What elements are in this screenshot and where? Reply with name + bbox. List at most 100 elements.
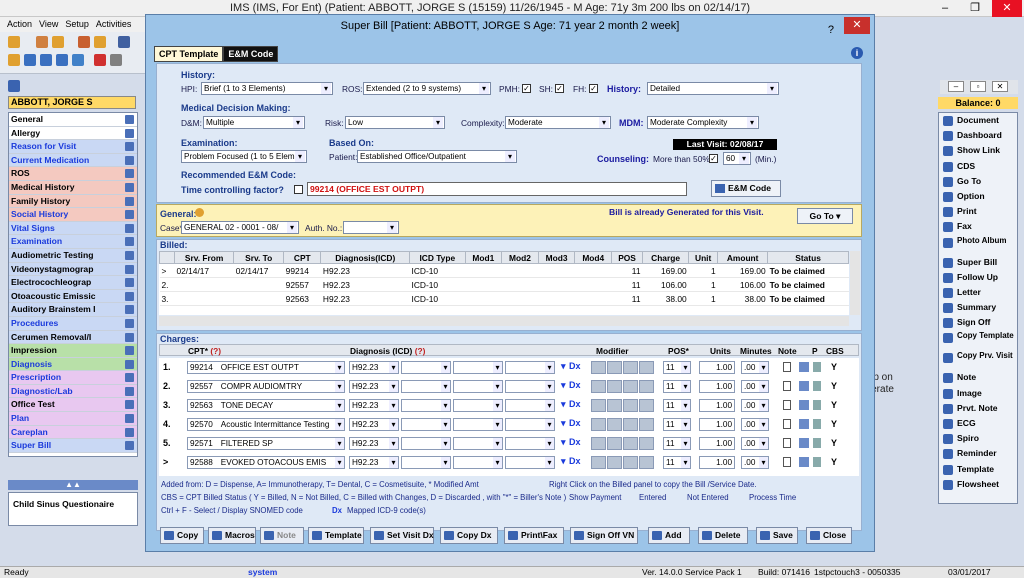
- modifier-input[interactable]: [607, 437, 622, 450]
- minutes-input[interactable]: .00: [741, 399, 769, 412]
- menu-setup[interactable]: Setup: [65, 19, 89, 29]
- modifier-input[interactable]: [591, 380, 606, 393]
- nav-item[interactable]: Vital Signs: [9, 221, 137, 236]
- dx-lookup-label[interactable]: Dx: [569, 456, 581, 466]
- dx-select[interactable]: H92.23: [349, 437, 399, 450]
- dx-select[interactable]: [453, 399, 503, 412]
- payment-icon[interactable]: [813, 381, 821, 391]
- dx-lookup-label[interactable]: Dx: [569, 380, 581, 390]
- pos-select[interactable]: 11: [663, 399, 691, 412]
- toolbar-icon[interactable]: [72, 54, 84, 66]
- action-item[interactable]: Letter: [939, 285, 1017, 300]
- action-item[interactable]: Note: [939, 370, 1017, 385]
- action-item[interactable]: Super Bill: [939, 255, 1017, 270]
- counseling-checkbox[interactable]: ✓: [709, 154, 718, 163]
- print-icon[interactable]: [799, 457, 809, 467]
- toolbar-icon[interactable]: [78, 36, 90, 48]
- cpt-select[interactable]: 99214 OFFICE EST OUTPT: [187, 361, 345, 374]
- tab-cpt-template[interactable]: CPT Template: [154, 46, 224, 62]
- minutes-input[interactable]: .00: [741, 418, 769, 431]
- modifier-input[interactable]: [591, 437, 606, 450]
- toolbar-icon[interactable]: [8, 54, 20, 66]
- payment-icon[interactable]: [813, 400, 821, 410]
- dx-select[interactable]: [401, 399, 451, 412]
- action-item[interactable]: Copy Prv. Visit: [939, 350, 1017, 370]
- action-item[interactable]: Reminder: [939, 446, 1017, 461]
- toolbar-icon[interactable]: [36, 36, 48, 48]
- action-item[interactable]: Option: [939, 189, 1017, 204]
- hpi-select[interactable]: Brief (1 to 3 Elements): [201, 82, 333, 95]
- toolbar-icon[interactable]: [94, 54, 106, 66]
- dx-lookup-icon[interactable]: ▾: [561, 380, 566, 391]
- nav-item[interactable]: Careplan: [9, 425, 137, 440]
- cpt-select[interactable]: 92571 FILTERED SP: [187, 437, 345, 450]
- action-item[interactable]: Fax: [939, 219, 1017, 234]
- pos-select[interactable]: 11: [663, 456, 691, 469]
- toolbar-icon[interactable]: [94, 36, 106, 48]
- modifier-input[interactable]: [623, 437, 638, 450]
- print-icon[interactable]: [799, 438, 809, 448]
- units-input[interactable]: 1.00: [699, 418, 735, 431]
- modifier-input[interactable]: [639, 418, 654, 431]
- button-sign-off-vn[interactable]: Sign Off VN: [570, 527, 638, 544]
- print-icon[interactable]: [799, 362, 809, 372]
- modifier-input[interactable]: [639, 456, 654, 469]
- child-questionnaire[interactable]: Child Sinus Questionaire: [8, 492, 138, 526]
- payment-icon[interactable]: [813, 457, 821, 467]
- modifier-input[interactable]: [623, 418, 638, 431]
- pos-select[interactable]: 11: [663, 361, 691, 374]
- pos-select[interactable]: 11: [663, 418, 691, 431]
- dx-select[interactable]: [401, 380, 451, 393]
- dx-select[interactable]: [453, 361, 503, 374]
- dx-select[interactable]: [453, 380, 503, 393]
- nav-item[interactable]: Prescription: [9, 371, 137, 385]
- action-item[interactable]: Copy Template: [939, 330, 1017, 350]
- nav-item[interactable]: Allergy: [9, 126, 137, 141]
- units-input[interactable]: 1.00: [699, 456, 735, 469]
- toolbar-icon[interactable]: [118, 36, 130, 48]
- minutes-input[interactable]: .00: [741, 380, 769, 393]
- action-item[interactable]: Print: [939, 204, 1017, 219]
- dx-select[interactable]: [401, 361, 451, 374]
- dx-lookup-label[interactable]: Dx: [569, 361, 581, 371]
- modifier-input[interactable]: [639, 437, 654, 450]
- dx-select[interactable]: [505, 437, 555, 450]
- tab-em-code[interactable]: E&M Code: [223, 46, 279, 62]
- action-item[interactable]: Flowsheet: [939, 477, 1017, 492]
- time-controlling-checkbox[interactable]: [294, 185, 303, 194]
- dx-select[interactable]: [505, 456, 555, 469]
- nav-item[interactable]: Family History: [9, 194, 137, 209]
- units-input[interactable]: 1.00: [699, 361, 735, 374]
- modifier-input[interactable]: [639, 361, 654, 374]
- units-input[interactable]: 1.00: [699, 380, 735, 393]
- dx-select[interactable]: [505, 399, 555, 412]
- dx-select[interactable]: [505, 380, 555, 393]
- button-copy[interactable]: Copy: [160, 527, 204, 544]
- menu-view[interactable]: View: [39, 19, 58, 29]
- toolbar-icon[interactable]: [110, 54, 122, 66]
- nav-item[interactable]: Procedures: [9, 316, 137, 331]
- modifier-input[interactable]: [591, 399, 606, 412]
- pos-select[interactable]: 11: [663, 437, 691, 450]
- note-icon[interactable]: [783, 457, 791, 467]
- nav-item[interactable]: Audiometric Testing: [9, 248, 137, 263]
- dx-select[interactable]: H92.23: [349, 399, 399, 412]
- billed-hscrollbar[interactable]: [159, 316, 849, 326]
- billed-row[interactable]: 2. 92557 H92.23 ICD-10 11 106.00 1 106.00 To be …: [159, 277, 849, 292]
- em-code-button[interactable]: E&M Code: [711, 180, 781, 197]
- dx-lookup-label[interactable]: Dx: [569, 437, 581, 447]
- dx-select[interactable]: [453, 418, 503, 431]
- button-note[interactable]: Note: [260, 527, 304, 544]
- based-on-select[interactable]: Established Office/Outpatient: [357, 150, 517, 163]
- action-item[interactable]: Prvt. Note: [939, 401, 1017, 416]
- note-icon[interactable]: [783, 438, 791, 448]
- menu-activities[interactable]: Activities: [96, 19, 132, 29]
- modifier-input[interactable]: [639, 380, 654, 393]
- nav-item[interactable]: Videonystagmograp: [9, 262, 137, 277]
- nav-item[interactable]: ROS: [9, 167, 137, 181]
- toolbar-icon[interactable]: [24, 54, 36, 66]
- modifier-input[interactable]: [591, 456, 606, 469]
- modifier-input[interactable]: [591, 418, 606, 431]
- print-icon[interactable]: [799, 400, 809, 410]
- button-macros[interactable]: Macros: [208, 527, 256, 544]
